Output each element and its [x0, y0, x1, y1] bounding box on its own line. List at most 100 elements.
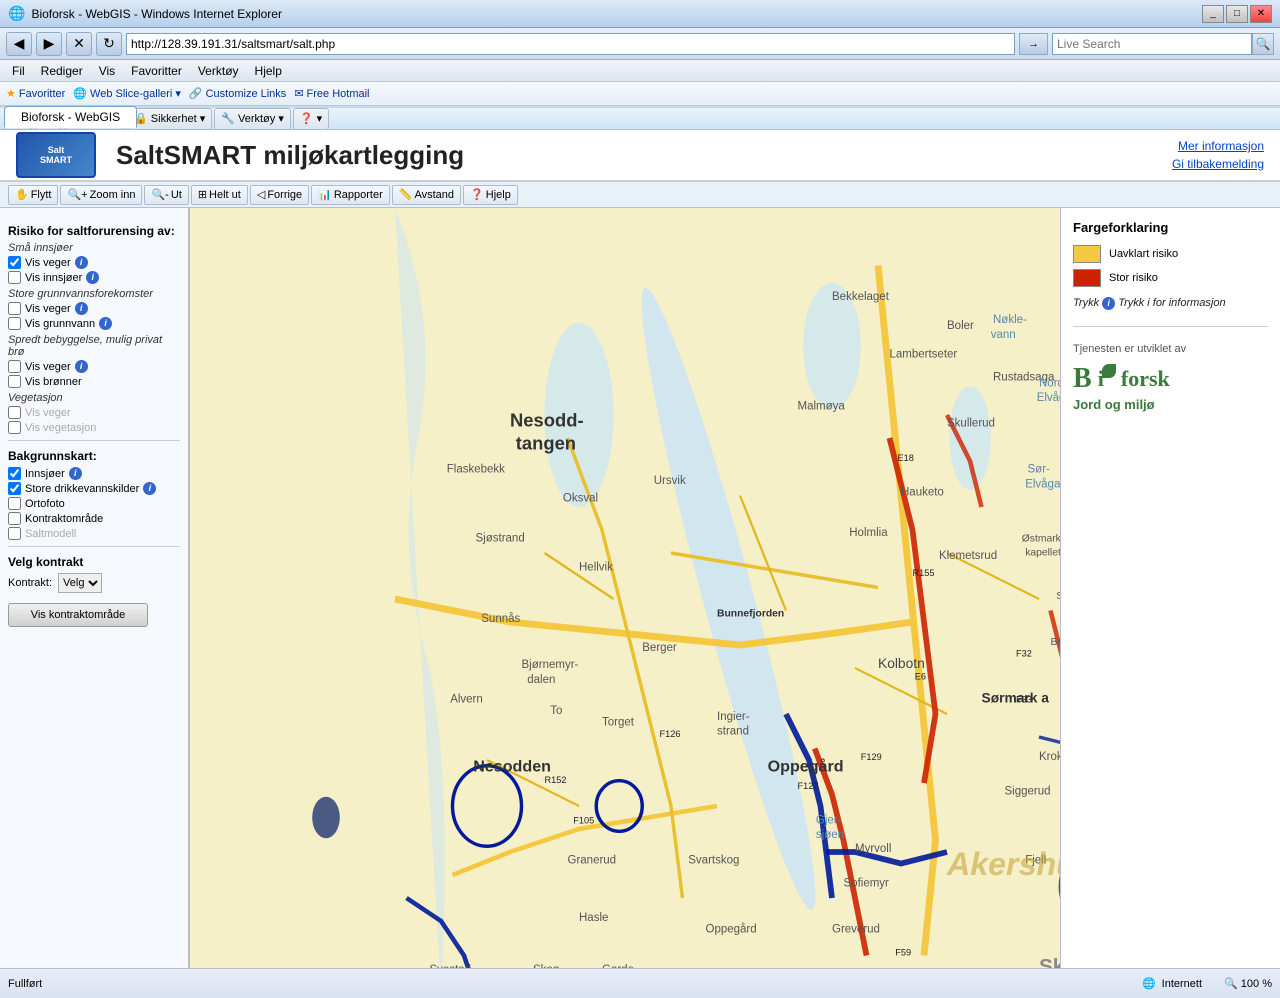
- menu-verktoy[interactable]: Verktøy: [190, 62, 247, 80]
- svg-text:Sofiemyr: Sofiemyr: [844, 878, 890, 890]
- svg-text:Ursvik: Ursvik: [654, 475, 686, 487]
- map-container[interactable]: Nesodd- tangen Bekkelaget Boler Lamberts…: [190, 208, 1060, 990]
- address-bar[interactable]: [126, 33, 1015, 55]
- info-icon-3[interactable]: i: [75, 302, 88, 315]
- svg-text:Bjørnemyr-: Bjørnemyr-: [522, 659, 579, 671]
- back-button[interactable]: ◀: [6, 32, 32, 56]
- tool-rapporter[interactable]: 📊 Rapporter: [311, 185, 390, 205]
- sidebar-divider-1: [8, 440, 180, 441]
- svg-text:E18: E18: [898, 453, 914, 463]
- svg-text:Klemetsrud: Klemetsrud: [939, 550, 997, 562]
- menu-fil[interactable]: Fil: [4, 62, 33, 80]
- svg-text:F105: F105: [573, 815, 594, 825]
- info-icon-2[interactable]: i: [86, 271, 99, 284]
- tool-zoom-inn[interactable]: 🔍+ Zoom inn: [60, 185, 142, 205]
- checkbox-store-drikke[interactable]: [8, 482, 21, 495]
- info-icon-4[interactable]: i: [99, 317, 112, 330]
- tool-ut[interactable]: 🔍- Ut: [144, 185, 188, 205]
- ie-help-button[interactable]: ❓ ▾: [293, 108, 329, 130]
- menu-favoritter[interactable]: Favoritter: [123, 62, 190, 80]
- checkbox-vis-veger-1[interactable]: [8, 256, 21, 269]
- svg-text:Hasle: Hasle: [579, 912, 608, 924]
- svg-text:F126: F126: [660, 729, 681, 739]
- favorites-bar: ★ Favoritter 🌐 Web Slice-galleri ▾ 🔗 Cus…: [0, 82, 1280, 106]
- checkbox-vis-bronner[interactable]: [8, 375, 21, 388]
- ie-tools-button[interactable]: 🔧 Verktøy ▾: [214, 108, 291, 130]
- checkbox-ortofoto[interactable]: [8, 497, 21, 510]
- search-input[interactable]: [1052, 33, 1252, 55]
- tool-avstand[interactable]: 📏 Avstand: [392, 185, 461, 205]
- close-button[interactable]: ✕: [1250, 5, 1272, 23]
- checkbox-vis-veger-2[interactable]: [8, 302, 21, 315]
- svg-text:sjøen: sjøen: [816, 829, 844, 841]
- main-area: Risiko for saltforurensing av: Små innsj…: [0, 208, 1280, 990]
- kontrakt-select[interactable]: Velg: [58, 573, 102, 593]
- zone-label: Internett: [1162, 978, 1202, 990]
- checkbox-saltmodell[interactable]: [8, 527, 21, 540]
- svg-text:Flaskebekk: Flaskebekk: [447, 464, 505, 476]
- item-ortofoto: Ortofoto: [8, 497, 180, 510]
- status-zone: 🌐 Internett 🔍 100 %: [1142, 977, 1272, 990]
- minimize-button[interactable]: _: [1202, 5, 1224, 23]
- item-vis-vegetasjon: Vis vegetasjon: [8, 421, 180, 434]
- maximize-button[interactable]: □: [1226, 5, 1248, 23]
- info-icon-7[interactable]: i: [143, 482, 156, 495]
- info-icon-1[interactable]: i: [75, 256, 88, 269]
- svg-text:kapellet: kapellet: [1025, 547, 1060, 558]
- kontrakt-row: Kontrakt: Velg: [8, 573, 180, 593]
- section2-title: Bakgrunnskart:: [8, 449, 180, 463]
- more-info-link[interactable]: Mer informasjon: [1178, 139, 1264, 153]
- free-hotmail-button[interactable]: ✉ Free Hotmail: [294, 87, 369, 100]
- page-content: 🏠 🖨 📄 Side ▾ 🔒 Sikkerhet ▾ 🔧 Verktøy ▾ ❓…: [0, 108, 1280, 968]
- menu-rediger[interactable]: Rediger: [33, 62, 91, 80]
- address-toolbar: ◀ ▶ ✕ ↻ → 🔍: [0, 28, 1280, 60]
- svg-text:Bunnefjorden: Bunnefjorden: [717, 608, 784, 619]
- map-svg: Nesodd- tangen Bekkelaget Boler Lamberts…: [190, 208, 1060, 990]
- checkbox-vis-vegetasjon[interactable]: [8, 421, 21, 434]
- svg-text:Gjer-: Gjer-: [816, 814, 842, 826]
- legend-info-text: Trykk i Trykk i for informasjon: [1073, 297, 1268, 310]
- legend-info-icon[interactable]: i: [1102, 297, 1115, 310]
- tab-bioforsk-webgis[interactable]: Bioforsk - WebGIS: [4, 106, 137, 128]
- svg-text:tangen: tangen: [516, 433, 576, 454]
- bioforsk-leaf: [1102, 364, 1116, 378]
- svg-text:Oksval: Oksval: [563, 492, 598, 504]
- map-toolbar: ✋ Flytt 🔍+ Zoom inn 🔍- Ut ⊞ Helt ut ◁ Fo…: [0, 182, 1280, 208]
- tool-forrige[interactable]: ◁ Forrige: [250, 185, 309, 205]
- checkbox-vis-grunnvann[interactable]: [8, 317, 21, 330]
- web-slice-button[interactable]: 🌐 Web Slice-galleri ▾: [73, 87, 181, 100]
- favorites-button[interactable]: ★ Favoritter: [6, 87, 65, 100]
- info-icon-5[interactable]: i: [75, 360, 88, 373]
- menu-hjelp[interactable]: Hjelp: [247, 62, 290, 80]
- menu-vis[interactable]: Vis: [91, 62, 123, 80]
- feedback-link[interactable]: Gi tilbakemelding: [1172, 157, 1264, 171]
- legend-color-red: [1073, 269, 1101, 287]
- checkbox-vis-veger-4[interactable]: [8, 406, 21, 419]
- checkbox-kontraktomrade[interactable]: [8, 512, 21, 525]
- vis-kontraktomrade-button[interactable]: Vis kontraktområde: [8, 603, 148, 627]
- header-links: Mer informasjon Gi tilbakemelding: [1172, 139, 1264, 171]
- checkbox-innsjoer[interactable]: [8, 467, 21, 480]
- refresh-button[interactable]: ↻: [96, 32, 122, 56]
- checkbox-vis-veger-3[interactable]: [8, 360, 21, 373]
- item-saltmodell: Saltmodell: [8, 527, 180, 540]
- customize-links-button[interactable]: 🔗 Customize Links: [189, 87, 286, 100]
- tool-hjelp[interactable]: ❓ Hjelp: [463, 185, 518, 205]
- svg-text:Berger: Berger: [642, 642, 677, 654]
- info-icon-6[interactable]: i: [69, 467, 82, 480]
- tool-helt-ut[interactable]: ⊞ Helt ut: [191, 185, 248, 205]
- forward-button[interactable]: ▶: [36, 32, 62, 56]
- svg-text:Skullerud: Skullerud: [947, 418, 995, 430]
- legend-divider: [1073, 326, 1268, 327]
- stop-button[interactable]: ✕: [66, 32, 92, 56]
- legend-item-stor: Stor risiko: [1073, 269, 1268, 287]
- tool-flytt[interactable]: ✋ Flytt: [8, 185, 58, 205]
- ie-security-button[interactable]: 🔒 Sikkerhet ▾: [127, 108, 212, 130]
- subsection-store-grunnvann: Store grunnvannsforekomster: [8, 288, 180, 300]
- go-button[interactable]: →: [1019, 33, 1048, 55]
- svg-text:Østmark-: Østmark-: [1022, 534, 1060, 545]
- search-button[interactable]: 🔍: [1252, 33, 1274, 55]
- svg-text:Brokkenhus: Brokkenhus: [1051, 637, 1061, 648]
- checkbox-vis-innsjoer[interactable]: [8, 271, 21, 284]
- svg-text:F129: F129: [861, 752, 882, 762]
